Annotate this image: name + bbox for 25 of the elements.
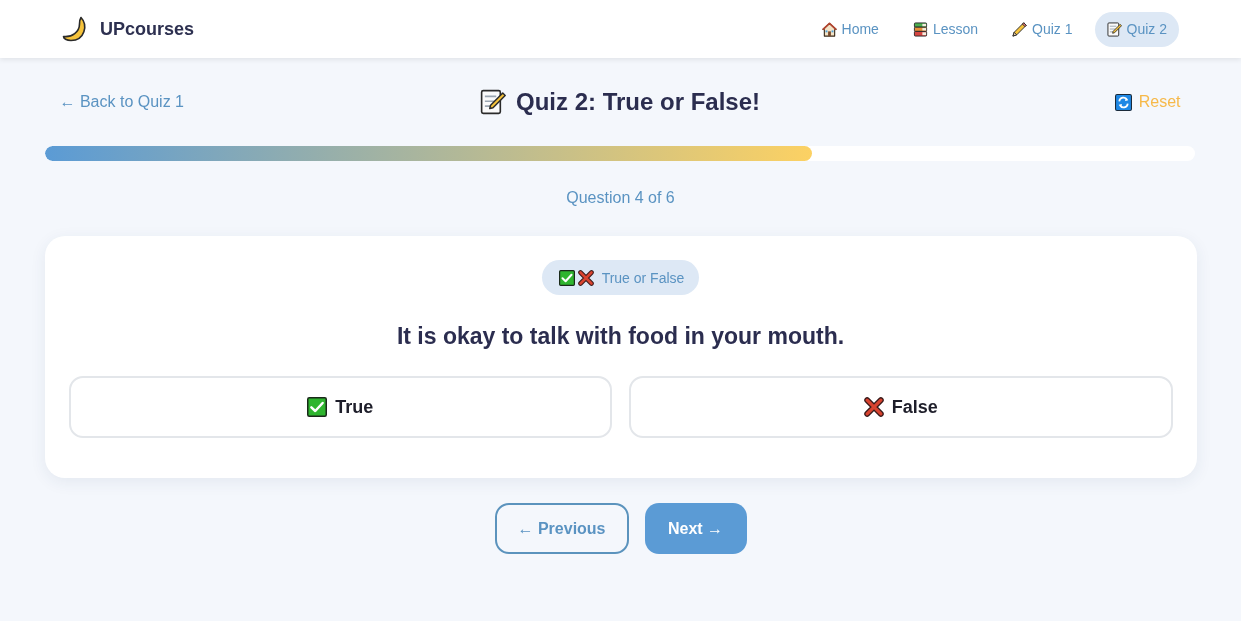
logo-text: UPcourses [100, 18, 195, 40]
next-button[interactable]: Next → [644, 503, 747, 554]
crescent-moon-icon [62, 16, 88, 42]
answer-option[interactable]: True [68, 376, 612, 438]
memo-icon [479, 89, 506, 115]
previous-button[interactable]: ← Previous [494, 503, 629, 554]
question-text: It is okay to talk with food in your mouth. [396, 322, 845, 351]
books-icon [912, 21, 928, 37]
pencil-icon [1012, 21, 1028, 37]
question-counter: Question 4 of 6 [565, 188, 676, 208]
badge-label: True or False [601, 269, 685, 286]
quiz-title: Quiz 2: True or False! [515, 88, 761, 116]
answer-option[interactable]: False [629, 376, 1173, 438]
memo-icon [1106, 21, 1122, 37]
refresh-icon [1114, 93, 1132, 111]
nav-link[interactable]: Quiz 2 [1094, 11, 1179, 47]
nav-link[interactable]: Home [809, 11, 891, 47]
cross-mark-icon [577, 269, 594, 286]
nav-link[interactable]: Lesson [900, 11, 991, 47]
cross-mark-icon [863, 397, 884, 417]
nav-link[interactable]: Quiz 1 [1000, 11, 1085, 47]
check-mark-icon [307, 397, 328, 417]
house-icon [821, 21, 837, 37]
check-mark-icon [558, 269, 575, 286]
back-link[interactable]: ← Back to Quiz 1 [59, 93, 184, 111]
